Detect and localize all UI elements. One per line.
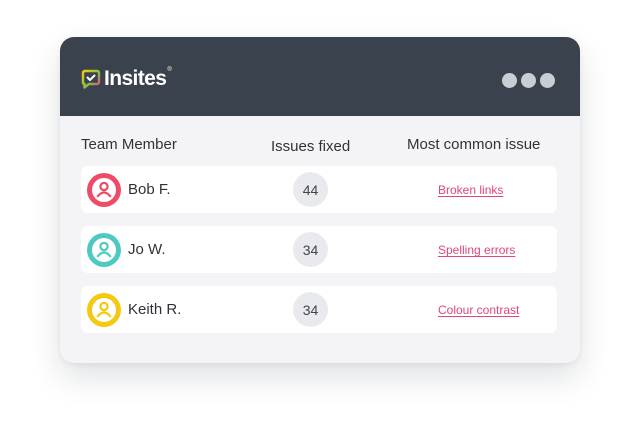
- member-name: Keith R.: [128, 301, 182, 318]
- insites-logo-mark-icon: [81, 69, 101, 89]
- table-row: Bob F. 44 Broken links: [81, 166, 557, 213]
- window-dot-3[interactable]: [540, 73, 555, 88]
- user-avatar-icon: [87, 293, 121, 327]
- window-controls: [502, 73, 555, 88]
- issues-fixed-count: 44: [293, 172, 328, 207]
- registered-mark: ®: [167, 67, 172, 73]
- window-dot-2[interactable]: [521, 73, 536, 88]
- table-row: Keith R. 34 Colour contrast: [81, 286, 557, 333]
- user-avatar-icon: [87, 173, 121, 207]
- issue-link[interactable]: Colour contrast: [438, 303, 519, 318]
- column-header-issues-fixed: Issues fixed: [271, 138, 351, 155]
- insites-logo: Insites ®: [81, 67, 172, 90]
- member-name: Bob F.: [128, 181, 171, 198]
- issue-link[interactable]: Spelling errors: [438, 243, 515, 258]
- issues-fixed-count: 34: [293, 232, 328, 267]
- table-row: Jo W. 34 Spelling errors: [81, 226, 557, 273]
- issues-fixed-count: 34: [293, 292, 328, 327]
- brand-name: Insites: [104, 67, 167, 90]
- leaderboard-card: Insites ® Team Member Issues fixed Most …: [60, 37, 580, 363]
- column-header-team-member: Team Member: [81, 136, 177, 153]
- column-header-most-common-issue: Most common issue: [407, 136, 541, 153]
- user-avatar-icon: [87, 233, 121, 267]
- card-header: Insites ®: [60, 37, 580, 116]
- issue-link[interactable]: Broken links: [438, 183, 503, 198]
- window-dot-1[interactable]: [502, 73, 517, 88]
- member-name: Jo W.: [128, 241, 166, 258]
